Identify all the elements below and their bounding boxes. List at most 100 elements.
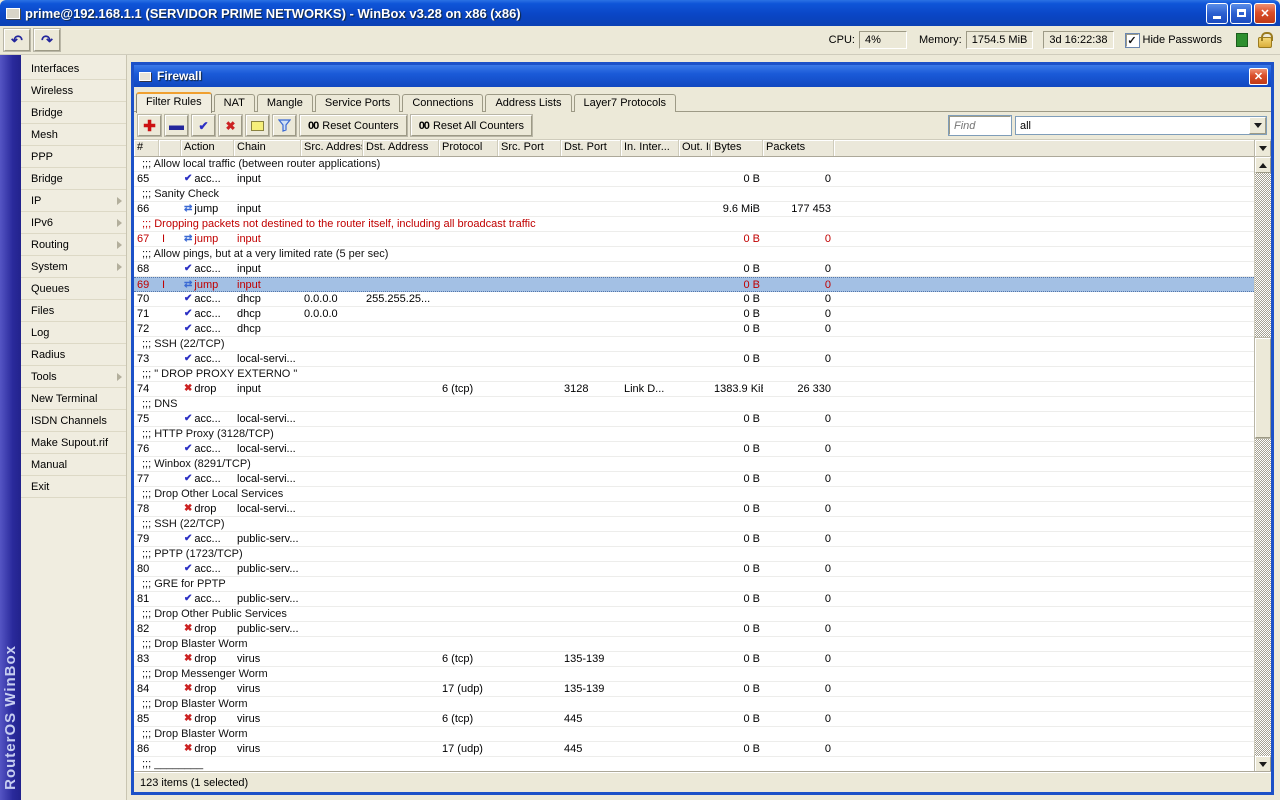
enable-rule-button[interactable]: ✔ bbox=[192, 115, 215, 136]
reset-all-counters-button[interactable]: 00 Reset All Counters bbox=[411, 115, 532, 136]
rule-row-84[interactable]: 84✖dropvirus17 (udp)135-1390 B0 bbox=[134, 682, 1254, 697]
sidebar-item-tools[interactable]: Tools bbox=[21, 366, 126, 388]
sidebar-item-queues[interactable]: Queues bbox=[21, 278, 126, 300]
firewall-close-button[interactable]: ✕ bbox=[1249, 68, 1268, 85]
column-header-dst-address[interactable]: Dst. Address bbox=[363, 140, 439, 156]
column-header-dst-port[interactable]: Dst. Port bbox=[561, 140, 621, 156]
tab-service-ports[interactable]: Service Ports bbox=[315, 94, 400, 112]
close-button[interactable]: ✕ bbox=[1254, 3, 1276, 24]
rule-row-70[interactable]: 70✔acc...dhcp0.0.0.0255.255.25...0 B0 bbox=[134, 292, 1254, 307]
rule-row-73[interactable]: 73✔acc...local-servi...0 B0 bbox=[134, 352, 1254, 367]
column-header-src-port[interactable]: Src. Port bbox=[498, 140, 561, 156]
sidebar-item-bridge[interactable]: Bridge bbox=[21, 102, 126, 124]
comment-row[interactable]: ;;; Drop Other Local Services bbox=[134, 487, 1254, 502]
rule-row-79[interactable]: 79✔acc...public-serv...0 B0 bbox=[134, 532, 1254, 547]
comment-row[interactable]: ;;; DNS bbox=[134, 397, 1254, 412]
sidebar-item-log[interactable]: Log bbox=[21, 322, 126, 344]
scroll-down-button[interactable] bbox=[1255, 756, 1271, 772]
column-header-out-int[interactable]: Out. Int... bbox=[679, 140, 711, 156]
maximize-button[interactable] bbox=[1230, 3, 1252, 24]
sidebar-item-interfaces[interactable]: Interfaces bbox=[21, 58, 126, 80]
comment-row[interactable]: ;;; Drop Messenger Worm bbox=[134, 667, 1254, 682]
column-header-in-inter[interactable]: In. Inter... bbox=[621, 140, 679, 156]
rule-row-67[interactable]: 67I⇄jumpinput0 B0 bbox=[134, 232, 1254, 247]
comment-row[interactable]: ;;; Drop Other Public Services bbox=[134, 607, 1254, 622]
add-rule-button[interactable]: ✚ bbox=[138, 115, 161, 136]
minimize-button[interactable] bbox=[1206, 3, 1228, 24]
comment-row[interactable]: ;;; PPTP (1723/TCP) bbox=[134, 547, 1254, 562]
comment-row[interactable]: ;;; Drop Blaster Worm bbox=[134, 727, 1254, 742]
filter-button[interactable] bbox=[273, 115, 296, 136]
sidebar-item-wireless[interactable]: Wireless bbox=[21, 80, 126, 102]
rule-row-74[interactable]: 74✖dropinput6 (tcp)3128Link D...1383.9 K… bbox=[134, 382, 1254, 397]
comment-row[interactable]: ;;; Drop Blaster Worm bbox=[134, 697, 1254, 712]
hide-passwords-checkbox[interactable]: ✓ bbox=[1126, 34, 1139, 47]
comment-row[interactable]: ;;; ________ bbox=[134, 757, 1254, 772]
rule-row-71[interactable]: 71✔acc...dhcp0.0.0.00 B0 bbox=[134, 307, 1254, 322]
comment-button[interactable] bbox=[246, 115, 269, 136]
comment-row[interactable]: ;;; Allow pings, but at a very limited r… bbox=[134, 247, 1254, 262]
rule-row-82[interactable]: 82✖droppublic-serv...0 B0 bbox=[134, 622, 1254, 637]
scroll-up-button[interactable] bbox=[1255, 157, 1271, 173]
column-header-flags[interactable] bbox=[159, 140, 181, 156]
tab-address-lists[interactable]: Address Lists bbox=[485, 94, 571, 112]
tab-layer7-protocols[interactable]: Layer7 Protocols bbox=[574, 94, 677, 112]
comment-row[interactable]: ;;; SSH (22/TCP) bbox=[134, 517, 1254, 532]
rule-row-76[interactable]: 76✔acc...local-servi...0 B0 bbox=[134, 442, 1254, 457]
tab-filter-rules[interactable]: Filter Rules bbox=[136, 92, 212, 113]
comment-row[interactable]: ;;; Drop Blaster Worm bbox=[134, 637, 1254, 652]
scrollbar-thumb[interactable] bbox=[1255, 338, 1271, 438]
comment-row[interactable]: ;;; Dropping packets not destined to the… bbox=[134, 217, 1254, 232]
find-input[interactable] bbox=[949, 116, 1011, 135]
rule-row-77[interactable]: 77✔acc...local-servi...0 B0 bbox=[134, 472, 1254, 487]
rule-row-80[interactable]: 80✔acc...public-serv...0 B0 bbox=[134, 562, 1254, 577]
rule-row-69[interactable]: 69I⇄jumpinput0 B0 bbox=[134, 277, 1254, 292]
sidebar-item-mesh[interactable]: Mesh bbox=[21, 124, 126, 146]
sidebar-item-radius[interactable]: Radius bbox=[21, 344, 126, 366]
scrollbar-track[interactable] bbox=[1255, 173, 1271, 756]
chain-filter-dropdown[interactable]: all bbox=[1015, 116, 1267, 135]
rule-row-83[interactable]: 83✖dropvirus6 (tcp)135-1390 B0 bbox=[134, 652, 1254, 667]
sidebar-item-bridge[interactable]: Bridge bbox=[21, 168, 126, 190]
comment-row[interactable]: ;;; GRE for PPTP bbox=[134, 577, 1254, 592]
rule-row-68[interactable]: 68✔acc...input0 B0 bbox=[134, 262, 1254, 277]
comment-row[interactable]: ;;; " DROP PROXY EXTERNO " bbox=[134, 367, 1254, 382]
sidebar-item-ppp[interactable]: PPP bbox=[21, 146, 126, 168]
reset-counters-button[interactable]: 00 Reset Counters bbox=[300, 115, 407, 136]
firewall-titlebar[interactable]: Firewall ✕ bbox=[134, 65, 1271, 87]
sidebar-item-ip[interactable]: IP bbox=[21, 190, 126, 212]
tab-nat[interactable]: NAT bbox=[214, 94, 255, 112]
sidebar-item-make-supout-rif[interactable]: Make Supout.rif bbox=[21, 432, 126, 454]
sidebar-item-isdn-channels[interactable]: ISDN Channels bbox=[21, 410, 126, 432]
undo-button[interactable]: ↶ bbox=[4, 29, 30, 51]
comment-row[interactable]: ;;; Winbox (8291/TCP) bbox=[134, 457, 1254, 472]
column-header-chain[interactable]: Chain bbox=[234, 140, 301, 156]
column-options-button[interactable] bbox=[1255, 140, 1271, 157]
column-header-protocol[interactable]: Protocol bbox=[439, 140, 498, 156]
sidebar-item-new-terminal[interactable]: New Terminal bbox=[21, 388, 126, 410]
sidebar-item-files[interactable]: Files bbox=[21, 300, 126, 322]
rule-row-65[interactable]: 65✔acc...input0 B0 bbox=[134, 172, 1254, 187]
disable-rule-button[interactable]: ✖ bbox=[219, 115, 242, 136]
sidebar-item-routing[interactable]: Routing bbox=[21, 234, 126, 256]
comment-row[interactable]: ;;; SSH (22/TCP) bbox=[134, 337, 1254, 352]
rule-row-81[interactable]: 81✔acc...public-serv...0 B0 bbox=[134, 592, 1254, 607]
tab-mangle[interactable]: Mangle bbox=[257, 94, 313, 112]
rule-row-72[interactable]: 72✔acc...dhcp0 B0 bbox=[134, 322, 1254, 337]
sidebar-item-manual[interactable]: Manual bbox=[21, 454, 126, 476]
column-header-packets[interactable]: Packets bbox=[763, 140, 834, 156]
column-header-action[interactable]: Action bbox=[181, 140, 234, 156]
tab-connections[interactable]: Connections bbox=[402, 94, 483, 112]
remove-rule-button[interactable]: ▬ bbox=[165, 115, 188, 136]
comment-row[interactable]: ;;; Sanity Check bbox=[134, 187, 1254, 202]
rule-row-66[interactable]: 66⇄jumpinput9.6 MiB177 453 bbox=[134, 202, 1254, 217]
column-header-bytes[interactable]: Bytes bbox=[711, 140, 763, 156]
column-header-src-address[interactable]: Src. Address bbox=[301, 140, 363, 156]
comment-row[interactable]: ;;; HTTP Proxy (3128/TCP) bbox=[134, 427, 1254, 442]
redo-button[interactable]: ↷ bbox=[34, 29, 60, 51]
comment-row[interactable]: ;;; Allow local traffic (between router … bbox=[134, 157, 1254, 172]
sidebar-item-exit[interactable]: Exit bbox=[21, 476, 126, 498]
rule-row-85[interactable]: 85✖dropvirus6 (tcp)4450 B0 bbox=[134, 712, 1254, 727]
rule-row-78[interactable]: 78✖droplocal-servi...0 B0 bbox=[134, 502, 1254, 517]
dropdown-button[interactable] bbox=[1249, 117, 1266, 134]
